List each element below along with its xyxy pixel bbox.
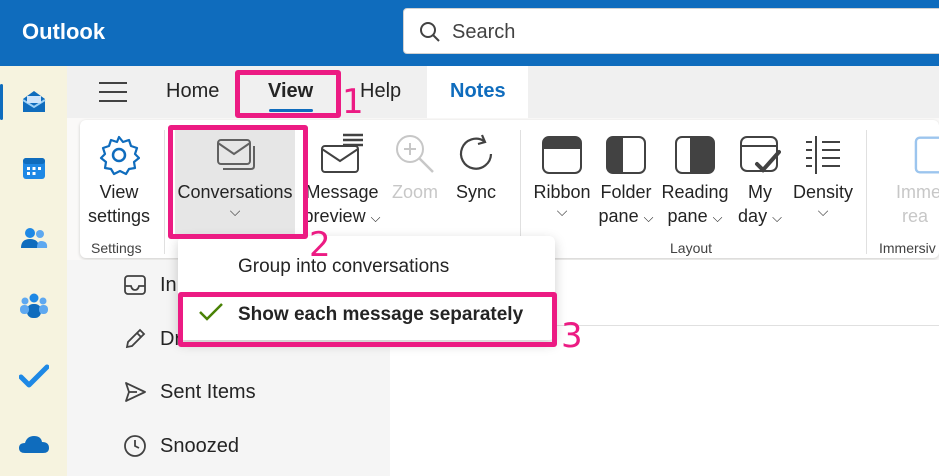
teams-icon [19,293,48,318]
callout-box-view [235,70,341,118]
tab-home[interactable]: Home [166,80,219,103]
callout-number-1: 1 [342,82,364,122]
group-settings-label: Settings [91,240,142,256]
reading-pane-icon [675,136,715,174]
message-preview-label-1: Message [305,182,379,202]
ribbon-layout-button[interactable]: Ribbon ⌵ [530,120,594,218]
my-day-label-2: day ⌵ [732,204,788,230]
immersive-label-1: Imme [896,182,939,202]
my-day-label-1: My [748,182,772,202]
my-day-label-2-text: day [738,206,768,226]
callout-box-show-separately [178,292,557,347]
density-icon [806,136,840,174]
density-label: Density [792,182,854,202]
folder-sent-items-label: Sent Items [160,380,256,403]
sent-icon [122,379,148,405]
sync-icon [459,134,493,170]
hamburger-menu-icon[interactable] [99,82,127,102]
folder-pane-label-1: Folder [600,182,652,202]
todo-icon [18,364,49,388]
folder-snoozed[interactable]: Snoozed [122,433,239,459]
immersive-label-2: rea [902,206,929,226]
ribbon-separator [164,130,165,254]
search-icon [420,22,440,42]
zoom-button[interactable]: Zoom [385,120,445,204]
callout-box-conversations [168,125,308,239]
reading-pane-label-2-text: pane [667,206,708,226]
view-settings-button[interactable]: View settings [84,120,154,228]
folder-sent-items[interactable]: Sent Items [122,379,256,405]
rail-calendar[interactable] [0,140,67,196]
my-day-icon [740,136,781,173]
search-placeholder: Search [452,21,516,43]
folder-inbox-label: In [160,273,177,296]
reading-pane-label-1: Reading [661,182,729,202]
group-immersive-label: Immersiv [879,240,936,256]
message-preview-label-2-text: preview [303,206,366,226]
rail-todo[interactable] [0,348,67,404]
top-bar: Outlook Search [0,0,939,66]
folder-pane-button[interactable]: Folder pane ⌵ [596,120,656,230]
gear-icon [99,135,140,176]
message-preview-icon [321,133,363,173]
chevron-down-icon: ⌵ [817,203,829,219]
rail-people[interactable] [0,210,67,266]
chevron-down-icon: ⌵ [556,203,568,219]
ribbon-layout-icon [542,136,582,174]
rail-onedrive[interactable] [0,416,67,472]
app-rail [0,66,67,476]
sync-button[interactable]: Sync [446,120,506,204]
density-button[interactable]: Density ⌵ [790,120,856,218]
folder-pane-icon [606,136,646,174]
view-settings-label-1: View [99,182,139,202]
rail-teams[interactable] [0,278,67,334]
chevron-down-icon: ⌵ [643,210,654,225]
folder-snoozed-label: Snoozed [160,434,239,457]
reading-pane-button[interactable]: Reading pane ⌵ [660,120,730,230]
search-box[interactable]: Search [403,8,939,54]
view-settings-label-2: settings [87,206,151,226]
callout-number-2: 2 [309,225,331,265]
folder-pane-label-2: pane ⌵ [596,204,656,230]
sync-label: Sync [455,182,497,202]
people-icon [20,228,47,248]
message-preview-button[interactable]: Message preview ⌵ [302,120,382,230]
drafts-icon [122,326,148,352]
chevron-down-icon: ⌵ [370,210,381,225]
immersive-reader-button[interactable]: Imme rea [890,120,939,228]
immersive-reader-icon [914,136,939,174]
folder-inbox[interactable]: In [122,272,177,298]
rail-mail[interactable] [0,74,67,130]
group-into-conversations-option[interactable]: Group into conversations [238,256,449,278]
inbox-icon [122,272,148,298]
zoom-label: Zoom [391,182,438,202]
reading-pane-label-2: pane ⌵ [660,204,730,230]
menu-bar: Home View Help Notes [67,66,939,118]
group-layout-label: Layout [670,240,713,256]
tab-help[interactable]: Help [360,80,401,103]
my-day-button[interactable]: My day ⌵ [732,120,788,230]
calendar-icon [22,158,45,179]
snoozed-icon [122,433,148,459]
folder-drafts[interactable]: Dr [122,326,181,352]
chevron-down-icon: ⌵ [772,210,782,225]
ribbon-separator [866,130,867,254]
chevron-down-icon: ⌵ [712,210,723,225]
callout-number-3: 3 [561,316,583,356]
ribbon-label: Ribbon [533,182,591,202]
onedrive-icon [18,436,49,453]
tab-notes[interactable]: Notes [427,66,528,118]
zoom-icon [396,135,434,173]
app-title[interactable]: Outlook [22,19,105,45]
tab-notes-label: Notes [450,80,506,102]
mail-icon [21,91,46,112]
folder-pane-label-2-text: pane [598,206,639,226]
